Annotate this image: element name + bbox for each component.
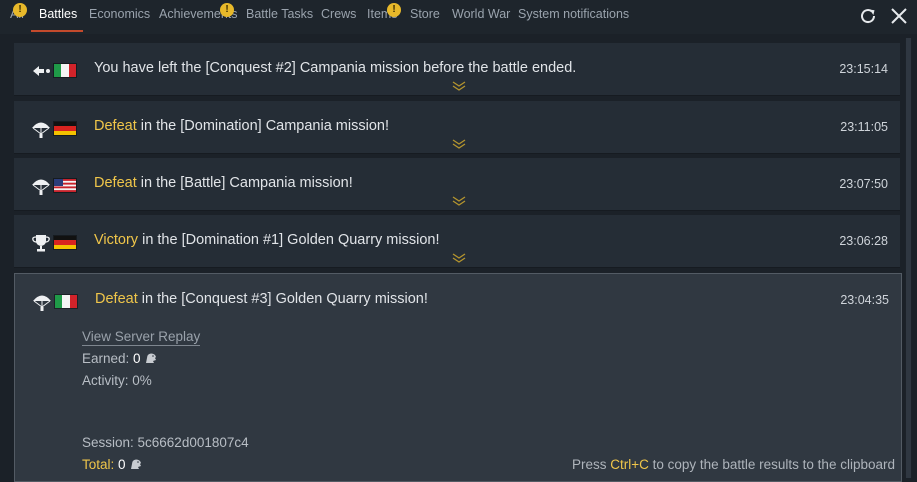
copy-hint: Press Ctrl+C to copy the battle results …	[572, 457, 895, 472]
total-value: 0	[118, 457, 126, 472]
earned-value: 0	[133, 351, 141, 366]
row-message: Victory in the [Domination #1] Golden Qu…	[94, 232, 439, 248]
row-time: 23:07:50	[839, 177, 888, 191]
tab-items[interactable]: ! Items	[367, 3, 401, 21]
row-time: 23:04:35	[840, 293, 889, 307]
row-time: 23:06:28	[839, 234, 888, 248]
battle-message-row-expanded[interactable]: Defeat in the [Conquest #3] Golden Quarr…	[14, 273, 902, 482]
tab-economics-label: Economics	[89, 7, 151, 21]
expand-chevron-icon[interactable]	[452, 253, 466, 263]
tab-battles-label: Battles	[39, 7, 78, 21]
total-line: Total: 0	[82, 457, 142, 472]
row-time: 23:11:05	[840, 120, 888, 134]
hint-key: Ctrl+C	[610, 457, 649, 472]
tab-store[interactable]: Store	[410, 7, 440, 21]
tab-all[interactable]: ! All	[10, 3, 27, 21]
mission-text: in the [Domination] Campania mission!	[136, 118, 389, 134]
scrollbar-thumb[interactable]	[906, 38, 911, 478]
tab-store-label: Store	[410, 7, 440, 21]
mission-text: You have left the [Conquest #2] Campania…	[94, 60, 577, 76]
tab-system-notifications[interactable]: System notifications	[518, 7, 629, 21]
germany-flag-icon	[54, 236, 76, 249]
mission-text: in the [Battle] Campania mission!	[136, 175, 353, 191]
row-time: 23:15:14	[839, 62, 888, 76]
tab-battle-tasks-label: Battle Tasks	[246, 7, 314, 21]
row-message: Defeat in the [Battle] Campania mission!	[94, 175, 353, 191]
expand-chevron-icon[interactable]	[452, 196, 466, 206]
view-server-replay-link[interactable]: View Server Replay	[82, 329, 201, 346]
mission-text: in the [Domination #1] Golden Quarry mis…	[138, 232, 440, 248]
tab-items-badge: !	[387, 3, 401, 17]
tab-achievements[interactable]: ! Achievements	[159, 3, 238, 21]
earned-label: Earned:	[82, 351, 134, 366]
italy-flag-icon	[55, 295, 77, 308]
tab-battle-tasks[interactable]: Battle Tasks	[246, 7, 313, 21]
total-label: Total:	[82, 457, 119, 472]
hint-suffix: to copy the battle results to the clipbo…	[648, 457, 895, 472]
activity-line: Activity: 0%	[82, 373, 152, 388]
refresh-icon[interactable]	[857, 5, 879, 27]
battle-message-row[interactable]: Victory in the [Domination #1] Golden Qu…	[14, 215, 900, 268]
tab-world-war-label: World War	[452, 7, 511, 21]
tab-crews[interactable]: Crews	[321, 7, 356, 21]
row-message: Defeat in the [Domination] Campania miss…	[94, 118, 389, 134]
trophy-icon	[32, 235, 50, 252]
germany-flag-icon	[54, 122, 76, 135]
tab-system-notifications-label: System notifications	[518, 7, 630, 21]
tab-all-badge: !	[13, 3, 27, 17]
expand-chevron-icon[interactable]	[452, 81, 466, 91]
battle-message-row[interactable]: Defeat in the [Domination] Campania miss…	[14, 101, 900, 154]
parachute-icon	[33, 295, 51, 311]
battle-message-row[interactable]: You have left the [Conquest #2] Campania…	[14, 43, 900, 96]
hint-prefix: Press	[571, 457, 611, 472]
parachute-icon	[32, 122, 50, 138]
battle-message-row[interactable]: Defeat in the [Battle] Campania mission!…	[14, 158, 900, 211]
result-label: Defeat	[94, 175, 137, 191]
close-icon[interactable]	[888, 5, 910, 27]
row-message: You have left the [Conquest #2] Campania…	[94, 60, 576, 76]
silver-lion-icon	[131, 459, 142, 469]
tab-crews-label: Crews	[321, 7, 357, 21]
parachute-icon	[32, 179, 50, 195]
mission-text: in the [Conquest #3] Golden Quarry missi…	[137, 291, 428, 307]
replay-link-label: View Server Replay	[82, 329, 201, 346]
silver-lion-icon	[146, 353, 157, 363]
tab-bar: ! All Battles Economics ! Achievements B…	[0, 0, 917, 34]
result-label: Defeat	[95, 291, 138, 307]
usa-flag-icon	[54, 179, 76, 192]
row-message: Defeat in the [Conquest #3] Golden Quarr…	[95, 291, 428, 307]
session-line: Session: 5c6662d001807c4	[82, 435, 249, 450]
tab-battles[interactable]: Battles	[39, 7, 77, 21]
tab-economics[interactable]: Economics	[89, 7, 150, 21]
italy-flag-icon	[54, 64, 76, 77]
result-label: Defeat	[94, 118, 137, 134]
scrollbar[interactable]	[905, 38, 912, 478]
tab-achievements-badge: !	[220, 3, 234, 17]
result-label: Victory	[94, 232, 139, 248]
tab-world-war[interactable]: World War	[452, 7, 510, 21]
expand-chevron-icon[interactable]	[452, 139, 466, 149]
left-battle-icon	[33, 66, 50, 76]
active-tab-underline	[31, 30, 83, 32]
earned-line: Earned: 0	[82, 351, 157, 366]
